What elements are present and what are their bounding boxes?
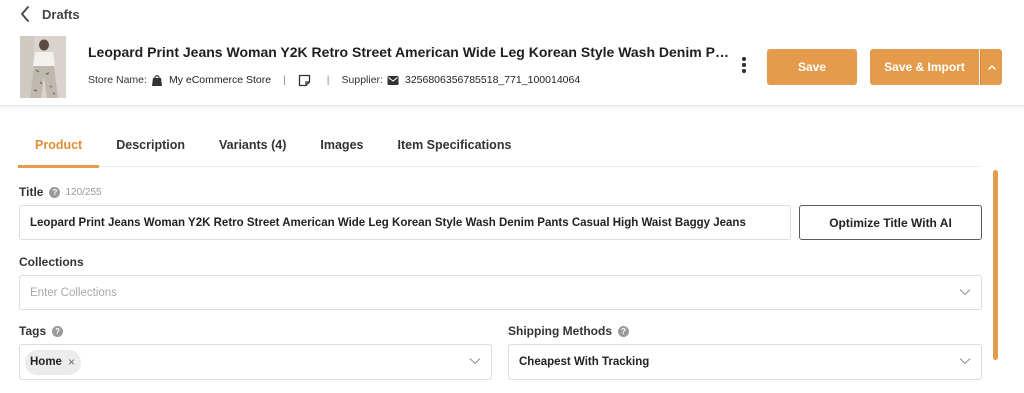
store-name-label: Store Name: [88,74,147,86]
meta-divider: | [326,74,330,86]
supplier-label: Supplier: [341,74,383,86]
scrollbar[interactable] [993,170,998,360]
tab-images[interactable]: Images [303,127,380,167]
mail-icon [387,75,399,86]
shipping-select[interactable]: Cheapest With Tracking [508,344,982,380]
tags-label-row: Tags ? [19,324,64,338]
page-header: Drafts Leopard Print Jeans Woman Y2K Ret… [0,0,1024,106]
tags-select[interactable]: Home × [19,344,492,380]
product-title: Leopard Print Jeans Woman Y2K Retro Stre… [88,44,733,60]
note-icon[interactable] [298,74,311,87]
chevron-down-icon [959,358,971,365]
tag-chip-label: Home [30,356,62,368]
chevron-down-icon [469,358,481,365]
title-label-row: Title ? 120/255 [19,185,102,199]
tab-description[interactable]: Description [99,127,202,167]
shipping-label: Shipping Methods [508,324,612,338]
chevron-up-icon[interactable] [987,64,997,71]
back-link[interactable]: Drafts [20,5,80,23]
more-vertical-icon[interactable] [735,55,753,75]
shipping-label-row: Shipping Methods ? [508,324,629,338]
chevron-down-icon [959,288,971,295]
product-thumbnail [20,36,66,98]
tab-product[interactable]: Product [18,127,100,168]
collections-label: Collections [19,255,84,269]
help-icon[interactable]: ? [618,325,629,337]
tab-bar: Product Description Variants (4) Images … [18,127,980,168]
close-icon[interactable]: × [68,355,75,369]
title-input[interactable]: Leopard Print Jeans Woman Y2K Retro Stre… [19,205,791,240]
chevron-left-icon[interactable] [20,6,30,22]
tab-item-specifications[interactable]: Item Specifications [380,127,528,167]
meta-divider: | [283,74,286,86]
save-import-toggle[interactable] [980,49,1002,85]
back-label[interactable]: Drafts [42,7,80,22]
title-char-counter: 120/255 [65,186,102,198]
tags-label: Tags [19,324,47,338]
help-icon[interactable]: ? [52,325,64,337]
title-label: Title [19,185,44,199]
product-meta: Store Name: My eCommerce Store | | Suppl… [88,72,580,88]
tab-variants[interactable]: Variants (4) [202,127,303,167]
optimize-title-button[interactable]: Optimize Title With AI [799,205,982,240]
shipping-value: Cheapest With Tracking [519,356,650,368]
supplier-value[interactable]: 3256806356785518_771_100014064 [405,74,580,86]
save-import-button[interactable]: Save & Import [870,49,979,85]
collections-select[interactable]: Enter Collections [19,275,982,310]
save-button[interactable]: Save [767,49,857,85]
collections-placeholder: Enter Collections [30,286,117,299]
store-name-value[interactable]: My eCommerce Store [169,74,271,86]
shopping-bag-icon [151,74,163,87]
tag-chip: Home × [25,349,81,375]
help-icon[interactable]: ? [49,186,61,198]
